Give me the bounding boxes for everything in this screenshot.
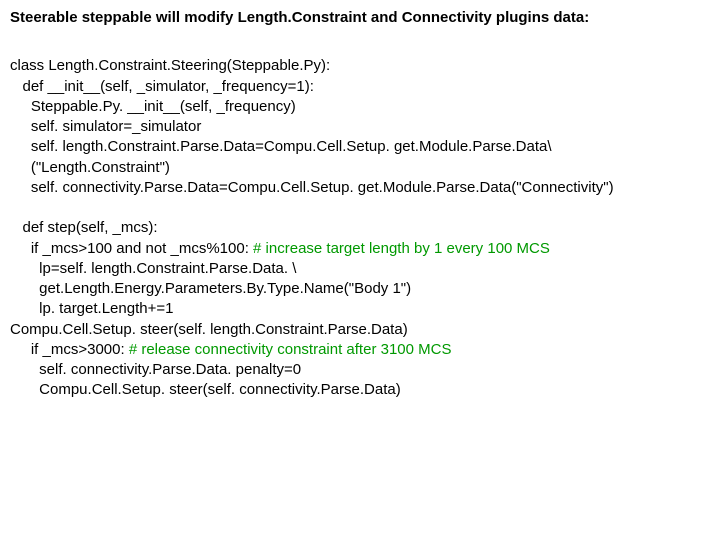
code-line: self. connectivity.Parse.Data. penalty=0 (10, 361, 301, 378)
code-line: get.Length.Energy.Parameters.By.Type.Nam… (10, 280, 411, 297)
code-block: class Length.Constraint.Steering(Steppab… (10, 56, 710, 400)
code-line: ("Length.Constraint") (10, 159, 170, 176)
code-line: def step(self, _mcs): (10, 219, 158, 236)
code-line: def __init__(self, _simulator, _frequenc… (10, 78, 314, 95)
code-line: self. simulator=_simulator (10, 118, 201, 135)
code-comment: # release connectivity constraint after … (129, 341, 452, 358)
code-line: if _mcs>3000: (10, 341, 129, 358)
code-comment: # increase target length by 1 every 100 … (253, 240, 550, 257)
code-line: self. connectivity.Parse.Data=Compu.Cell… (10, 179, 614, 196)
code-line: lp. target.Length+=1 (10, 300, 173, 317)
code-line: class Length.Constraint.Steering(Steppab… (10, 57, 330, 74)
slide-title: Steerable steppable will modify Length.C… (10, 8, 710, 28)
code-line: Compu.Cell.Setup. steer(self. length.Con… (10, 321, 408, 338)
code-line: Compu.Cell.Setup. steer(self. connectivi… (10, 381, 401, 398)
code-line: Steppable.Py. __init__(self, _frequency) (10, 98, 296, 115)
code-line: if _mcs>100 and not _mcs%100: (10, 240, 253, 257)
code-line: self. length.Constraint.Parse.Data=Compu… (10, 138, 552, 155)
code-line: lp=self. length.Constraint.Parse.Data. \ (10, 260, 296, 277)
